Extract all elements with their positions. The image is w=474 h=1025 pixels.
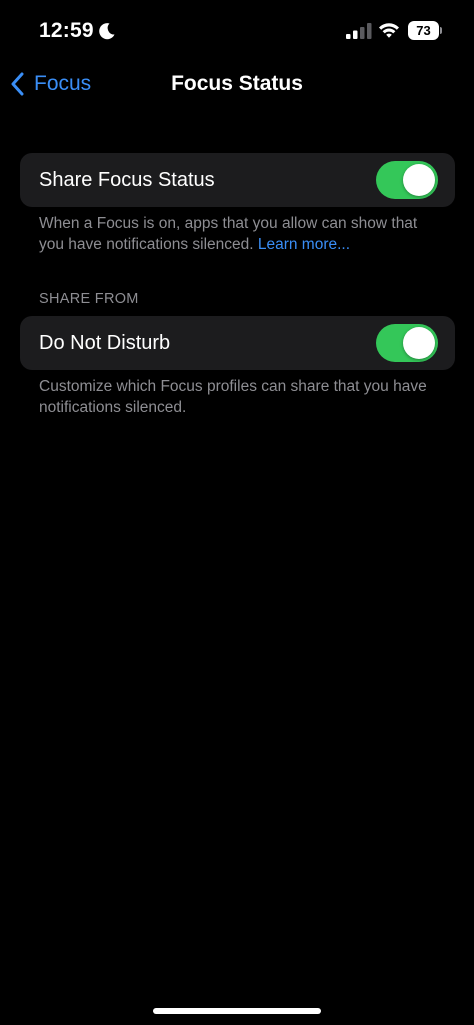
battery-cap — [440, 27, 442, 34]
battery-level: 73 — [408, 21, 439, 40]
toggle-knob — [403, 327, 435, 359]
wifi-icon — [379, 23, 399, 38]
home-indicator[interactable] — [153, 1008, 321, 1014]
page-title: Focus Status — [171, 72, 303, 95]
share-from-header: SHARE FROM — [39, 291, 139, 307]
share-focus-group: Share Focus Status — [20, 153, 455, 207]
do-not-disturb-toggle[interactable] — [376, 324, 438, 362]
status-time: 12:59 — [39, 19, 94, 42]
share-focus-status-label: Share Focus Status — [39, 168, 215, 191]
toggle-knob — [403, 164, 435, 196]
learn-more-link[interactable]: Learn more... — [258, 236, 350, 253]
do-not-disturb-label: Do Not Disturb — [39, 331, 171, 354]
navigation-bar: Focus Focus Status — [0, 62, 474, 106]
share-focus-status-row: Share Focus Status — [20, 153, 455, 207]
share-focus-status-toggle[interactable] — [376, 161, 438, 199]
do-not-disturb-row: Do Not Disturb — [20, 316, 455, 370]
share-focus-footer-text: When a Focus is on, apps that you allow … — [39, 215, 418, 253]
cellular-signal-icon — [346, 23, 372, 39]
share-focus-footer: When a Focus is on, apps that you allow … — [39, 213, 435, 255]
battery-indicator: 73 — [408, 21, 442, 40]
status-bar: 12:59 73 — [0, 0, 474, 62]
share-from-footer: Customize which Focus profiles can share… — [39, 378, 427, 416]
moon-icon — [99, 23, 115, 40]
share-from-group: Do Not Disturb — [20, 316, 455, 370]
